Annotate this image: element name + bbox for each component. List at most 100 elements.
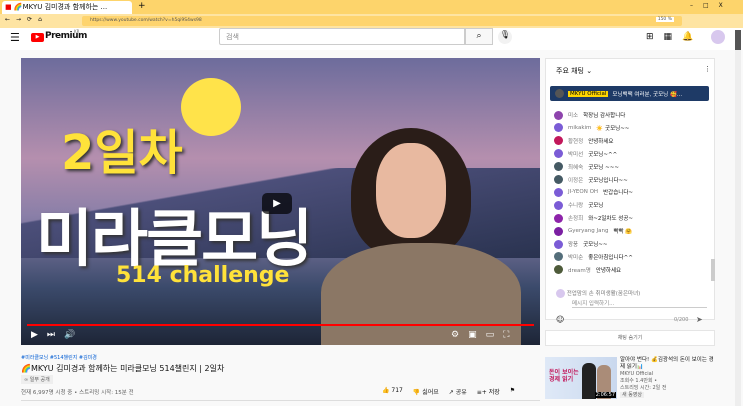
chick-illustration [181, 78, 241, 136]
chat-text: 학장님 감사합니다 [583, 113, 626, 119]
thumbnail-challenge-text: 514 challenge [116, 263, 290, 288]
chat-message[interactable]: 최혜숙 굿모닝 ~~~ [554, 161, 619, 173]
chat-author: JI-YEON OH [568, 189, 599, 196]
chat-avatar [554, 187, 563, 197]
chat-text: 굿모닝~^^ [588, 151, 618, 158]
chat-mode-dropdown[interactable]: 주요 채팅 ⌄ [556, 66, 592, 76]
related-thumbnail[interactable]: 돈이 보이는 경제 읽기 2:06:57 [545, 357, 617, 399]
chat-author: 박미선 [568, 151, 584, 158]
related-channel: MKYU Official [620, 371, 654, 377]
chat-author: dream명 [568, 267, 591, 274]
header-icons[interactable]: ⊞▦🔔 [646, 32, 703, 42]
search-button[interactable]: ⌕ [465, 28, 493, 45]
dislike-button[interactable]: 👎 싫어요 [413, 387, 439, 396]
url-text: https://www.youtube.com/watch?v=h5qi9S4w… [90, 18, 202, 23]
page-scrollbar[interactable] [735, 30, 741, 406]
chat-avatar [554, 149, 563, 159]
chat-message-input[interactable]: 메시지 입력하기... [572, 299, 707, 308]
hide-chat-button[interactable]: 채팅 숨기기 [545, 330, 715, 346]
chat-avatar [554, 123, 563, 133]
chat-message[interactable]: 수니랑 굿모닝 [554, 199, 603, 211]
menu-icon[interactable]: ☰ [10, 31, 20, 44]
player-controls-left[interactable]: ▶⏭🔊 [31, 330, 84, 340]
report-icon[interactable]: ⚑ [510, 387, 515, 396]
share-button[interactable]: ↗ 공유 [449, 387, 467, 396]
chat-text: 반갑습니다~ [603, 190, 633, 197]
search-input[interactable]: 검색 [219, 28, 465, 45]
chat-text: 굿모닝~~ [583, 242, 608, 248]
zoom-level[interactable]: 150 % [655, 17, 674, 22]
related-thumb-text: 돈이 보이는 경제 읽기 [549, 369, 579, 383]
new-video-badge: 새 동영상 [620, 392, 644, 398]
chat-message[interactable]: 황현정 안녕하세요 [554, 135, 614, 147]
chat-author: 박미순 [568, 254, 584, 261]
chat-message[interactable]: 왕풍 굿모닝~~ [554, 238, 608, 250]
progress-bar[interactable] [27, 324, 534, 326]
char-counter: 0/200 [674, 317, 689, 323]
player-controls-right[interactable]: ⚙▣▭⛶ [451, 330, 518, 340]
chat-text: 안녕하세요 [588, 138, 614, 145]
hashtags[interactable]: #미라클모닝 #514챌린지 #김미경 [21, 354, 97, 361]
video-player[interactable]: 2일차 미라클모닝 514 challenge ▶ ▶⏭🔊 ⚙▣▭⛶ [21, 58, 540, 345]
chat-avatar [554, 136, 563, 146]
live-chat-panel: 주요 채팅 ⌄ ⋮ MKYU Official 모닝백팩 여러분, 굿모닝 🥰.… [545, 58, 715, 324]
chat-avatar [554, 200, 563, 210]
chat-message[interactable]: 박미순 좋은아침입니다^^ [554, 251, 633, 263]
chat-avatar [554, 213, 563, 223]
chat-author: 최혜숙 [568, 164, 584, 171]
visibility-badge: ∞ 일부 공개 [21, 375, 53, 384]
chat-author: 황현정 [568, 138, 584, 145]
chat-message[interactable]: dream명 안녕하세요 [554, 264, 621, 276]
chat-text: 굿모닝 ~~~ [588, 164, 619, 171]
browser-tab[interactable]: ■ 🌈MKYU 김미경과 함께하는 ... [2, 1, 132, 14]
chat-author: 이정은 [568, 177, 584, 184]
youtube-logo-icon[interactable]: ▶ [31, 33, 44, 42]
chat-message[interactable]: 손정희 와~2일차도 성공~ [554, 212, 633, 224]
chat-message[interactable]: mikakim ☀️ 굿모닝~~ [554, 122, 629, 134]
chat-author: 손정희 [568, 216, 584, 223]
nav-buttons[interactable]: ←→⟳⌂ [5, 16, 48, 23]
window-controls[interactable]: –□X [690, 2, 733, 9]
chat-message[interactable]: 박미선 굿모닝~^^ [554, 148, 617, 160]
related-views: 조회수 1.4만회 • [620, 378, 658, 384]
url-bar[interactable]: https://www.youtube.com/watch?v=h5qi9S4w… [82, 16, 682, 26]
like-button[interactable]: 👍 717 [382, 387, 403, 396]
chat-scrollbar[interactable] [711, 259, 715, 281]
dislike-label: 싫어요 [422, 389, 439, 396]
chat-avatar [554, 110, 563, 120]
chat-text: ☀️ 굿모닝~~ [596, 125, 630, 132]
emoji-icon[interactable]: ☺ [556, 315, 564, 324]
chat-text: 와~2일차도 성공~ [588, 216, 634, 223]
chat-message[interactable]: Gyeryang Jang 빡빡 🤗 [554, 225, 632, 237]
avatar[interactable] [711, 30, 725, 44]
chat-text: 굿모닝 [588, 203, 604, 210]
visibility-text: 일부 공개 [29, 377, 50, 383]
chat-author: 왕풍 [568, 242, 579, 248]
more-icon[interactable]: ⋮ [704, 65, 711, 73]
view-stats: 현재 6,997명 시청 중 • 스트리밍 시작: 15분 전 [21, 390, 134, 396]
send-icon[interactable]: ➤ [696, 315, 703, 324]
chat-message[interactable]: 미소 학장님 감사합니다 [554, 109, 625, 121]
chat-avatar [554, 239, 563, 249]
chat-message[interactable]: 이정은 굿모닝입니다~~ [554, 174, 628, 186]
chat-avatar [554, 226, 563, 236]
chat-text: 빡빡 🤗 [613, 229, 633, 236]
new-tab-button[interactable]: + [138, 1, 146, 11]
like-count: 717 [391, 387, 403, 394]
chat-avatar [554, 175, 563, 184]
logo-text[interactable]: Premium [45, 31, 87, 41]
input-user-name: 전업맘의 손 취미생활(꿈은마녀) [566, 291, 641, 297]
related-info[interactable]: 알아야 번다! 💰김광석의 돈이 보이는 경제 읽기📊 MKYU Officia… [620, 357, 715, 399]
mic-icon[interactable]: 🎙 [498, 30, 512, 44]
chat-message[interactable]: JI-YEON OH 반갑습니다~ [554, 186, 633, 198]
chat-text: 좋은아침입니다^^ [588, 254, 633, 261]
save-button[interactable]: ≡+ 저장 [477, 387, 500, 396]
youtube-favicon-icon: ■ [5, 3, 12, 11]
chat-author: 수니랑 [568, 203, 584, 210]
thumbnail-day-text: 2일차 [61, 125, 183, 181]
chat-text: 안녕하세요 [595, 267, 622, 274]
play-overlay-icon[interactable]: ▶ [262, 193, 292, 214]
pinned-author: MKYU Official [568, 90, 609, 97]
chat-avatar [554, 265, 563, 275]
pinned-message[interactable]: MKYU Official 모닝백팩 여러분, 굿모닝 🥰... [550, 86, 709, 101]
